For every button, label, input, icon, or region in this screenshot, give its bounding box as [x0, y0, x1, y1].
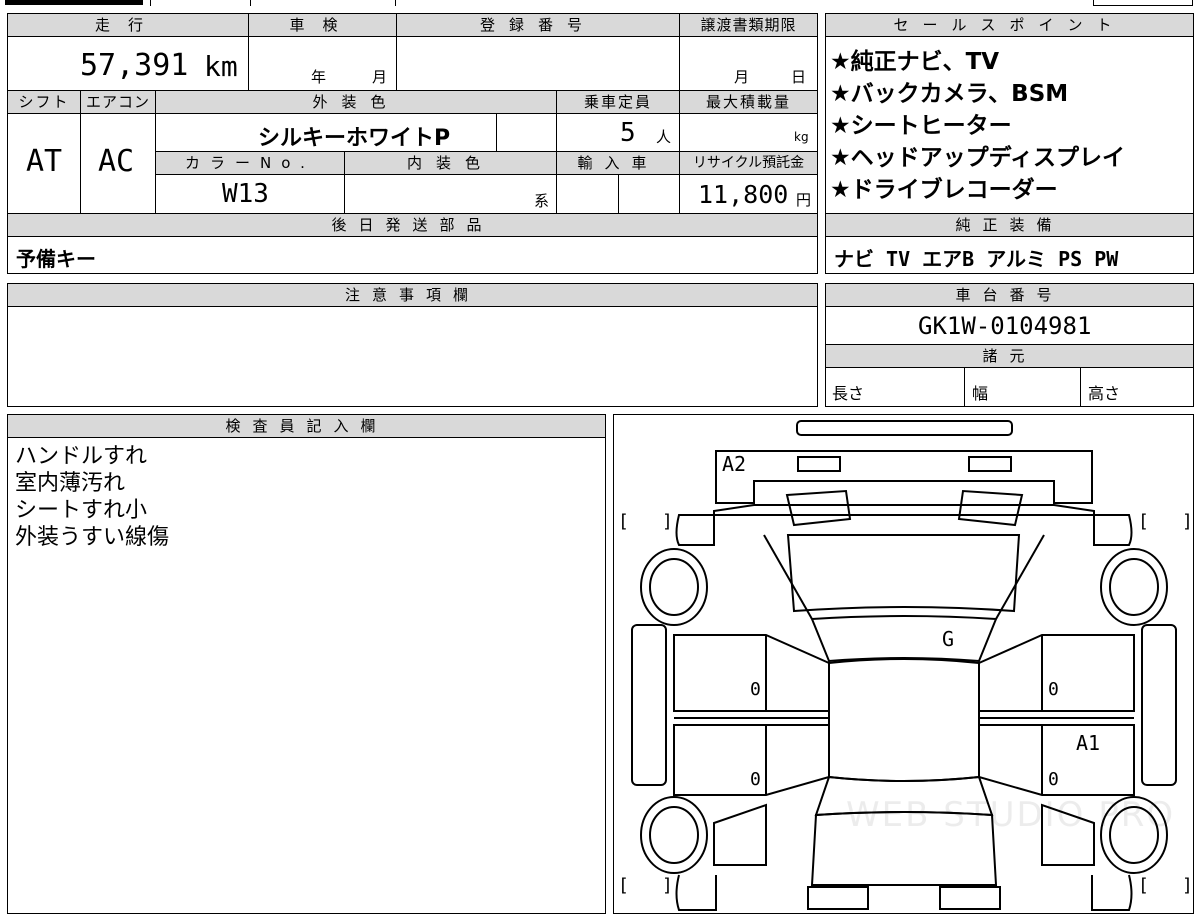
shift-value: AT	[26, 144, 63, 179]
inspector-note: 外装うすい線傷	[15, 525, 170, 550]
aircon-value: AC	[98, 144, 135, 179]
inspector-note: ハンドルすれ	[15, 444, 148, 469]
diagram-bracket: ]	[1182, 511, 1193, 532]
recycle-value: 11,800	[698, 180, 789, 209]
diagram-zero: 0	[1048, 769, 1059, 790]
car-diagram	[631, 420, 1177, 911]
diagram-bracket: [	[618, 511, 629, 532]
diagram-zero: 0	[1048, 679, 1059, 700]
later-parts-value: 予備キー	[16, 247, 96, 271]
sales-point: ★バックカメラ、BSM	[830, 81, 1069, 107]
mileage-unit: km	[204, 50, 238, 83]
sales-point: ★純正ナビ、TV	[830, 49, 1000, 75]
max-load-unit: kg	[794, 130, 809, 144]
sales-points-label: セールスポイント	[826, 14, 1193, 36]
recycle-unit: 円	[796, 191, 812, 209]
diagram-bracket: [	[1138, 875, 1149, 896]
chassis-label: 車台番号	[826, 284, 1193, 306]
color-no-value: W13	[222, 179, 269, 209]
diagram-bracket: ]	[1182, 875, 1193, 896]
interior-color-label: 内装色	[345, 152, 556, 174]
capacity-label: 乗車定員	[557, 91, 679, 113]
inspection-month-unit: 月	[372, 68, 388, 86]
registration-label: 登録番号	[397, 14, 679, 36]
diagram-mark-g: G	[942, 627, 955, 651]
top-black-block	[5, 0, 143, 5]
diagram-bracket: [	[618, 875, 629, 896]
top-strip	[0, 0, 1200, 8]
capacity-value: 5	[620, 118, 636, 148]
transfer-month: 月	[734, 68, 750, 86]
main-info-table: 走行 車検 登録番号 譲渡書類期限 57,391 km 年 月 月 日 シフト …	[7, 13, 818, 274]
inspector-box: 検査員記入欄 ハンドルすれ 室内薄汚れ シートすれ小 外装うすい線傷	[7, 414, 606, 914]
max-load-label: 最大積載量	[680, 91, 817, 113]
sales-point: ★ヘッドアップディスプレイ	[830, 145, 1126, 171]
spec-height: 高さ	[1088, 384, 1121, 403]
diagram-bracket: ]	[662, 875, 673, 896]
chassis-box: 車台番号 GK1W-0104981 諸元 長さ 幅 高さ	[825, 283, 1194, 407]
exterior-color-label: 外装色	[156, 91, 556, 113]
notice-label: 注意事項欄	[8, 284, 817, 306]
equipment-label: 純正装備	[826, 214, 1193, 236]
shift-label: シフト	[8, 91, 80, 113]
spec-length: 長さ	[832, 384, 865, 403]
sales-point: ★シートヒーター	[830, 113, 1012, 139]
color-no-label: カラーNo.	[156, 152, 344, 174]
specs-label: 諸元	[826, 345, 1193, 367]
inspector-label: 検査員記入欄	[8, 415, 605, 437]
exterior-color-value: シルキーホワイトP	[258, 126, 451, 151]
aircon-label: エアコン	[81, 91, 155, 113]
mileage-value: 57,391	[80, 48, 189, 83]
spec-width: 幅	[972, 384, 989, 403]
equipment-value: ナビ TV エアB アルミ PS PW	[834, 247, 1119, 271]
diagram-mark-a2: A2	[722, 452, 747, 476]
sales-point: ★ドライブレコーダー	[830, 177, 1058, 203]
inspector-note: 室内薄汚れ	[15, 471, 126, 496]
car-diagram-box: A2 G A1 0 0 0 0 [ ] [ ] [ ] [ ] WEB STUD…	[613, 414, 1194, 914]
watermark: WEB STUDIO PRO	[846, 795, 1176, 835]
chassis-number: GK1W-0104981	[918, 312, 1092, 340]
import-label: 輸入車	[557, 152, 679, 174]
transfer-day: 日	[791, 68, 807, 86]
sales-points-box: セールスポイント ★純正ナビ、TV ★バックカメラ、BSM ★シートヒーター ★…	[825, 13, 1194, 274]
diagram-mark-a1: A1	[1076, 731, 1101, 755]
transfer-deadline-label: 譲渡書類期限	[680, 14, 817, 36]
capacity-unit: 人	[656, 128, 672, 146]
interior-suffix: 系	[534, 192, 550, 210]
inspector-note: シートすれ小	[15, 498, 148, 523]
diagram-zero: 0	[750, 769, 761, 790]
inspection-year-unit: 年	[311, 68, 327, 86]
diagram-zero: 0	[750, 679, 761, 700]
mileage-label: 走行	[8, 14, 248, 36]
diagram-bracket: [	[1138, 511, 1149, 532]
diagram-bracket: ]	[662, 511, 673, 532]
notice-box: 注意事項欄	[7, 283, 818, 407]
recycle-label: リサイクル預託金	[680, 152, 817, 174]
inspection-label: 車検	[249, 14, 396, 36]
later-parts-label: 後日発送部品	[8, 214, 817, 236]
